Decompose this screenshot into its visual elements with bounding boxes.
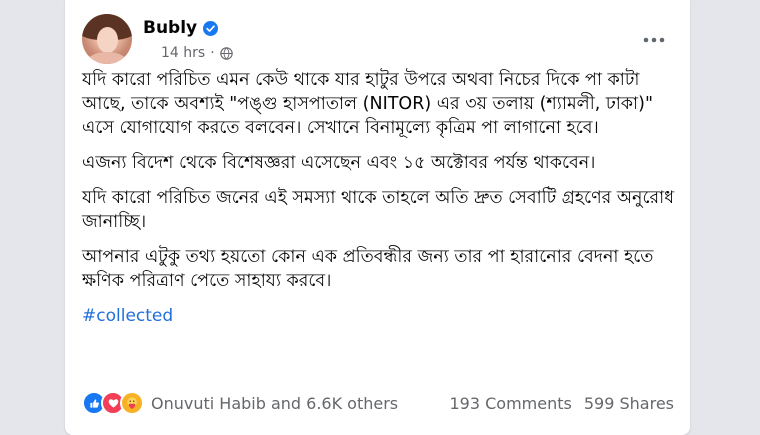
comments-count[interactable]: 193 Comments — [450, 394, 572, 413]
author-name[interactable]: Bubly — [143, 18, 197, 38]
post-paragraph: এজন্য বিদেশ থেকে বিশেষজ্ঞরা এসেছেন এবং ১… — [82, 153, 596, 173]
care-reaction-icon — [120, 391, 144, 415]
more-options-icon — [643, 37, 665, 43]
post-timestamp[interactable]: 14 hrs — [161, 45, 205, 61]
post-paragraph: আপনার এটুকু তথ্য হয়তো কোন এক প্রতিবন্ধী… — [82, 247, 654, 291]
meta-separator: · — [210, 45, 215, 61]
reaction-icons[interactable] — [82, 391, 144, 415]
post-meta: 14 hrs · — [161, 45, 233, 61]
hashtag-link[interactable]: #collected — [82, 304, 173, 328]
author-name-row: Bubly — [143, 16, 219, 40]
more-options-button[interactable] — [636, 22, 672, 58]
author-avatar[interactable] — [82, 14, 132, 64]
post-stats: 193 Comments 599 Shares — [450, 394, 675, 413]
reaction-summary[interactable]: Onuvuti Habib and 6.6K others — [151, 394, 398, 413]
post-paragraph: যদি কারো পরিচিত এমন কেউ থাকে যার হাটুর উ… — [82, 70, 653, 138]
verified-badge-icon — [203, 20, 219, 36]
post-card: Bubly 14 hrs · যদি কারো পরিচিত এমন কেউ থ… — [65, 0, 690, 435]
shares-count[interactable]: 599 Shares — [584, 394, 674, 413]
post-footer: Onuvuti Habib and 6.6K others 193 Commen… — [82, 388, 674, 418]
post-header: Bubly 14 hrs · — [82, 14, 672, 66]
post-paragraph: যদি কারো পরিচিত জনের এই সমস্যা থাকে তাহল… — [82, 188, 675, 232]
post-body: যদি কারো পরিচিত এমন কেউ থাকে যার হাটুর উ… — [82, 68, 674, 328]
globe-icon[interactable] — [219, 46, 233, 60]
